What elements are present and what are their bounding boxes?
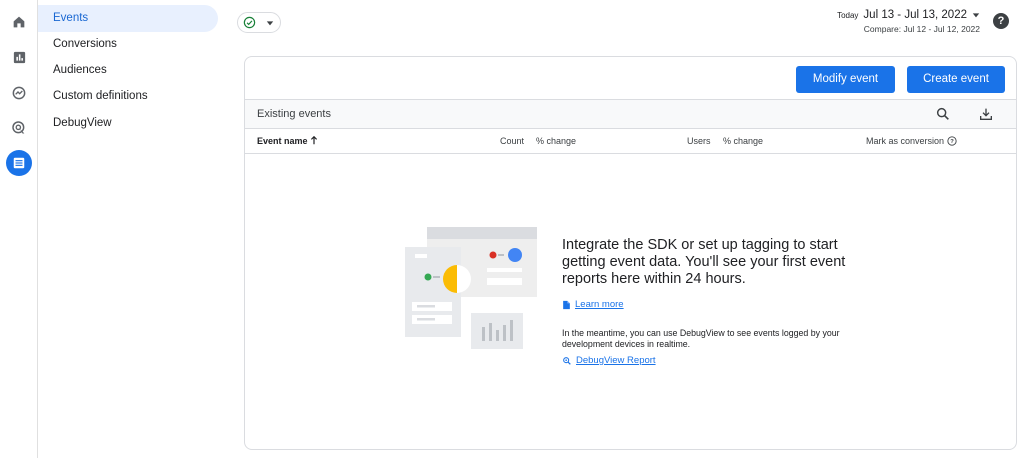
- configure-nav: Events Conversions Audiences Custom defi…: [38, 0, 224, 458]
- chevron-down-icon: [266, 20, 274, 25]
- advertising-icon[interactable]: [6, 115, 32, 141]
- debugview-report-link[interactable]: DebugView Report: [562, 355, 656, 366]
- col-users-change[interactable]: % change: [723, 129, 763, 154]
- empty-state-illustration: [405, 227, 537, 349]
- help-circle-icon[interactable]: ?: [946, 136, 957, 146]
- table-toolbar: Existing events: [245, 99, 1016, 129]
- help-icon[interactable]: ?: [993, 13, 1009, 29]
- debug-magnifier-icon: [563, 356, 571, 365]
- svg-text:?: ?: [950, 139, 954, 145]
- col-count[interactable]: Count: [500, 129, 524, 154]
- nav-item-debugview[interactable]: DebugView: [38, 110, 218, 137]
- modify-event-button[interactable]: Modify event: [796, 66, 895, 93]
- meantime-text: In the meantime, you can use DebugView t…: [562, 328, 840, 349]
- download-icon[interactable]: [978, 106, 994, 122]
- col-event-name-label: Event name: [257, 136, 308, 146]
- icon-rail: [0, 0, 38, 458]
- check-circle-icon: [243, 16, 256, 29]
- events-card: Modify event Create event Existing event…: [244, 56, 1017, 450]
- explore-icon[interactable]: [6, 80, 32, 106]
- sort-arrow-up-icon: [310, 135, 318, 145]
- dropdown-arrow-icon: [972, 13, 980, 18]
- debugview-report-label: DebugView Report: [576, 355, 656, 366]
- empty-state-title: Integrate the SDK or set up tagging to s…: [562, 237, 846, 287]
- document-icon: [563, 300, 570, 309]
- create-event-button[interactable]: Create event: [907, 66, 1005, 93]
- col-mark-conversion-label: Mark as conversion: [866, 136, 945, 146]
- table-header: Event name Count % change Users % change…: [245, 129, 1016, 154]
- nav-item-conversions[interactable]: Conversions: [38, 31, 218, 58]
- date-range-picker[interactable]: Today Jul 13 - Jul 13, 2022 Compare: Jul…: [837, 9, 980, 34]
- today-label: Today: [837, 10, 859, 20]
- col-count-change[interactable]: % change: [536, 129, 576, 154]
- learn-more-label: Learn more: [575, 299, 624, 310]
- reports-icon[interactable]: [6, 44, 32, 70]
- existing-events-title: Existing events: [257, 108, 331, 120]
- col-event-name[interactable]: Event name: [257, 129, 318, 154]
- nav-item-audiences[interactable]: Audiences: [38, 57, 218, 84]
- nav-item-custom-definitions[interactable]: Custom definitions: [38, 83, 218, 110]
- search-icon[interactable]: [935, 106, 951, 122]
- data-status-chip[interactable]: [237, 12, 281, 33]
- home-icon[interactable]: [6, 9, 32, 35]
- col-mark-conversion[interactable]: Mark as conversion ?: [866, 129, 957, 154]
- configure-icon[interactable]: [6, 150, 32, 176]
- compare-range: Compare: Jul 12 - Jul 12, 2022: [863, 24, 980, 34]
- nav-item-events[interactable]: Events: [38, 5, 218, 32]
- col-users[interactable]: Users: [687, 129, 711, 154]
- date-range-value: Jul 13 - Jul 13, 2022: [863, 9, 967, 21]
- learn-more-link[interactable]: Learn more: [562, 299, 624, 310]
